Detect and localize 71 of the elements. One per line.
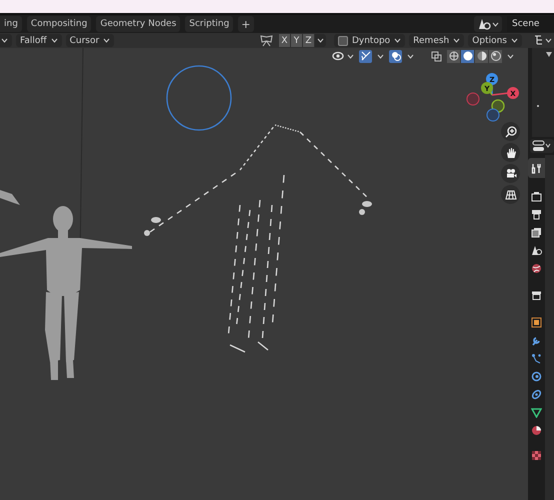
visibility-dropdown[interactable] — [330, 49, 356, 63]
overlapping-circles-icon — [390, 51, 400, 61]
xray-toggle[interactable] — [429, 49, 444, 63]
dropdown-button[interactable]: Cursor — [66, 34, 114, 47]
cone-sphere-icon — [531, 245, 542, 256]
hand-icon — [504, 146, 516, 158]
triangle-icon — [531, 407, 542, 418]
box-icon — [531, 290, 542, 301]
toggle-switch-icon — [532, 140, 552, 152]
orbit-icon — [531, 371, 542, 382]
square-icon — [531, 317, 542, 328]
wrench-icon — [531, 335, 542, 346]
sphere-icon — [531, 425, 542, 436]
caret-icon — [347, 54, 354, 58]
caret-icon — [394, 38, 402, 43]
shading-mode-button[interactable] — [489, 50, 502, 62]
cone-sphere-icon — [477, 18, 491, 30]
eye-icon — [332, 50, 344, 62]
caret-icon — [453, 38, 460, 43]
camera-icon — [531, 191, 542, 202]
options-dropdown[interactable]: Options — [468, 34, 522, 47]
camera-view-button[interactable] — [501, 164, 520, 183]
workspace-tab[interactable]: Geometry Nodes — [96, 16, 180, 32]
caret-icon — [103, 38, 110, 43]
caret-icon — [1, 38, 8, 43]
screwdriver-wrench-icon — [531, 162, 542, 174]
brush-cursor-circle — [166, 65, 232, 131]
workspace-tab[interactable]: Compositing — [26, 16, 92, 32]
images-icon — [531, 227, 542, 238]
printer-icon — [531, 209, 542, 220]
zoom-button[interactable] — [501, 122, 520, 141]
globe-icon — [531, 263, 542, 274]
caret-icon — [316, 38, 324, 43]
caret-icon — [377, 54, 384, 58]
dropdown-button[interactable] — [0, 34, 12, 47]
caret-icon — [507, 54, 514, 58]
caret-icon — [50, 38, 58, 43]
overlay-toggle[interactable] — [389, 50, 402, 62]
remesh-dropdown[interactable]: Remesh — [409, 34, 464, 47]
axis-toggle[interactable]: Y — [290, 34, 302, 47]
workspace-tab[interactable]: ing — [0, 16, 22, 32]
navigation-gizmo[interactable] — [466, 73, 519, 122]
list-tree-icon — [533, 35, 553, 46]
caret-icon — [511, 38, 518, 43]
grid-icon — [504, 188, 516, 200]
editor-type-button[interactable] — [530, 139, 554, 153]
axis-toggle[interactable]: X — [278, 34, 290, 47]
caret-icon — [492, 22, 499, 26]
shading-mode-button[interactable] — [475, 50, 488, 62]
add-workspace-button[interactable]: + — [238, 16, 254, 32]
dropdown-button[interactable]: Falloff — [16, 34, 62, 47]
triangle-icon — [546, 52, 552, 57]
scene-selector-button[interactable] — [474, 16, 502, 32]
perspective-button[interactable] — [501, 185, 520, 204]
workspace-tab[interactable]: Scripting — [185, 16, 234, 32]
checkbox[interactable] — [338, 36, 348, 46]
dots-icon — [531, 353, 542, 364]
dyntopo-dropdown[interactable]: Dyntopo — [334, 34, 406, 47]
properties-tab[interactable] — [528, 158, 545, 178]
dropdown-button[interactable] — [314, 34, 326, 47]
gizmo-toggle[interactable] — [359, 50, 372, 62]
shading-mode-button[interactable] — [461, 50, 474, 62]
caret-icon — [407, 54, 414, 58]
butterfly-icon — [260, 34, 273, 46]
axis-toggle[interactable]: Z — [302, 34, 314, 47]
pan-button[interactable] — [501, 143, 520, 162]
checker-icon — [531, 450, 542, 461]
magnifier-icon — [504, 126, 516, 138]
gizmo-icon — [360, 51, 370, 61]
movie-camera-icon — [504, 168, 516, 180]
shading-mode-button[interactable] — [447, 50, 460, 62]
